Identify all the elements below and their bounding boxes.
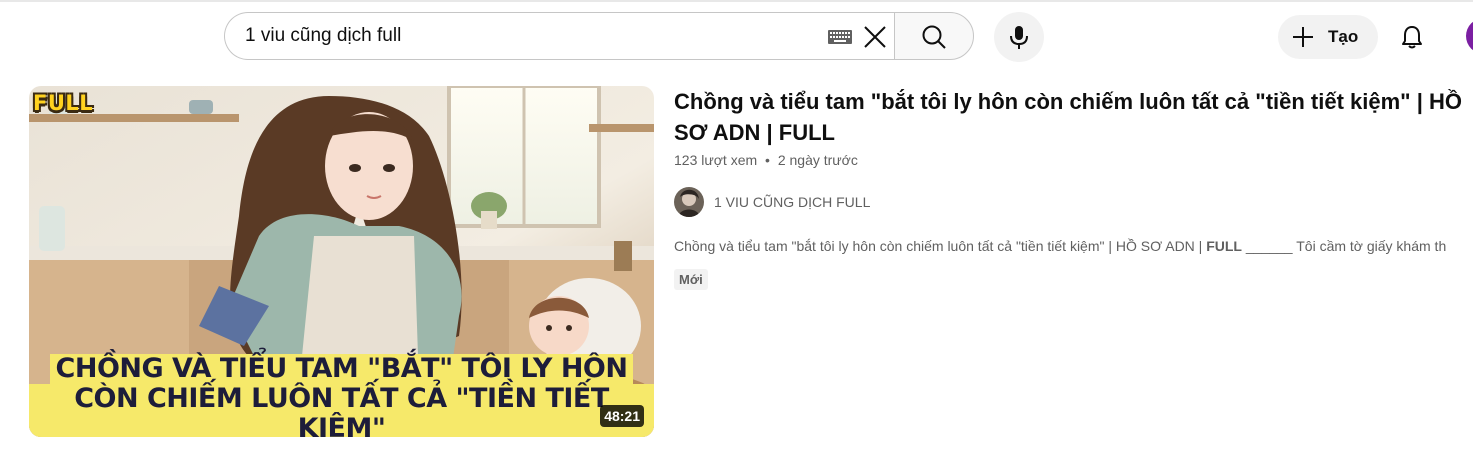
- view-count: 123 lượt xem: [674, 152, 758, 168]
- channel-name[interactable]: 1 VIU CŨNG DỊCH FULL: [714, 194, 870, 210]
- thumbnail-caption-line-1: CHỒNG VÀ TIỂU TAM "BẮT" TÔI LY HÔN: [49, 354, 634, 384]
- voice-search-button[interactable]: [994, 12, 1044, 62]
- top-bar: 1 viu cũng dịch full Tạo: [0, 0, 1473, 72]
- video-thumbnail[interactable]: FULL CHỒNG VÀ TIỂU TAM "BẮT" TÔI LY HÔN …: [29, 86, 654, 437]
- search-box[interactable]: 1 viu cũng dịch full: [224, 12, 894, 60]
- search-icon: [922, 25, 946, 49]
- keyboard-icon[interactable]: [827, 29, 853, 45]
- thumbnail-caption-line-2: CÒN CHIẾM LUÔN TẤT CẢ "TIỀN TIẾT KIỆM": [29, 384, 654, 437]
- video-meta: 123 lượt xem • 2 ngày trước: [674, 152, 1473, 168]
- account-avatar[interactable]: [1466, 18, 1473, 54]
- notifications-button[interactable]: [1392, 17, 1432, 57]
- description-highlight: FULL: [1206, 238, 1242, 254]
- mic-icon: [1010, 26, 1028, 49]
- description-prefix: Chồng và tiểu tam "bắt tôi ly hôn còn ch…: [674, 238, 1207, 254]
- meta-dot: •: [765, 152, 770, 168]
- channel-avatar-image: [674, 187, 704, 217]
- video-description: Chồng và tiểu tam "bắt tôi ly hôn còn ch…: [674, 238, 1473, 254]
- channel-avatar[interactable]: [674, 187, 704, 217]
- full-badge: FULL: [33, 91, 94, 115]
- plus-icon: [1293, 27, 1313, 47]
- duration-badge: 48:21: [600, 405, 644, 427]
- create-label: Tạo: [1328, 27, 1359, 46]
- upload-age: 2 ngày trước: [777, 152, 858, 168]
- search-input[interactable]: 1 viu cũng dịch full: [245, 13, 401, 59]
- top-divider: [0, 0, 1473, 2]
- video-info: Chồng và tiểu tam "bắt tôi ly hôn còn ch…: [674, 86, 1473, 290]
- description-suffix: ______ Tôi cầm tờ giấy khám th: [1241, 238, 1447, 254]
- new-badge: Mới: [674, 269, 708, 290]
- search-button[interactable]: [894, 12, 974, 60]
- create-button[interactable]: Tạo: [1278, 15, 1378, 59]
- video-title[interactable]: Chồng và tiểu tam "bắt tôi ly hôn còn ch…: [674, 86, 1464, 148]
- thumbnail-caption: CHỒNG VÀ TIỂU TAM "BẮT" TÔI LY HÔN CÒN C…: [29, 354, 654, 437]
- bell-icon: [1402, 26, 1422, 49]
- close-icon[interactable]: [861, 23, 889, 51]
